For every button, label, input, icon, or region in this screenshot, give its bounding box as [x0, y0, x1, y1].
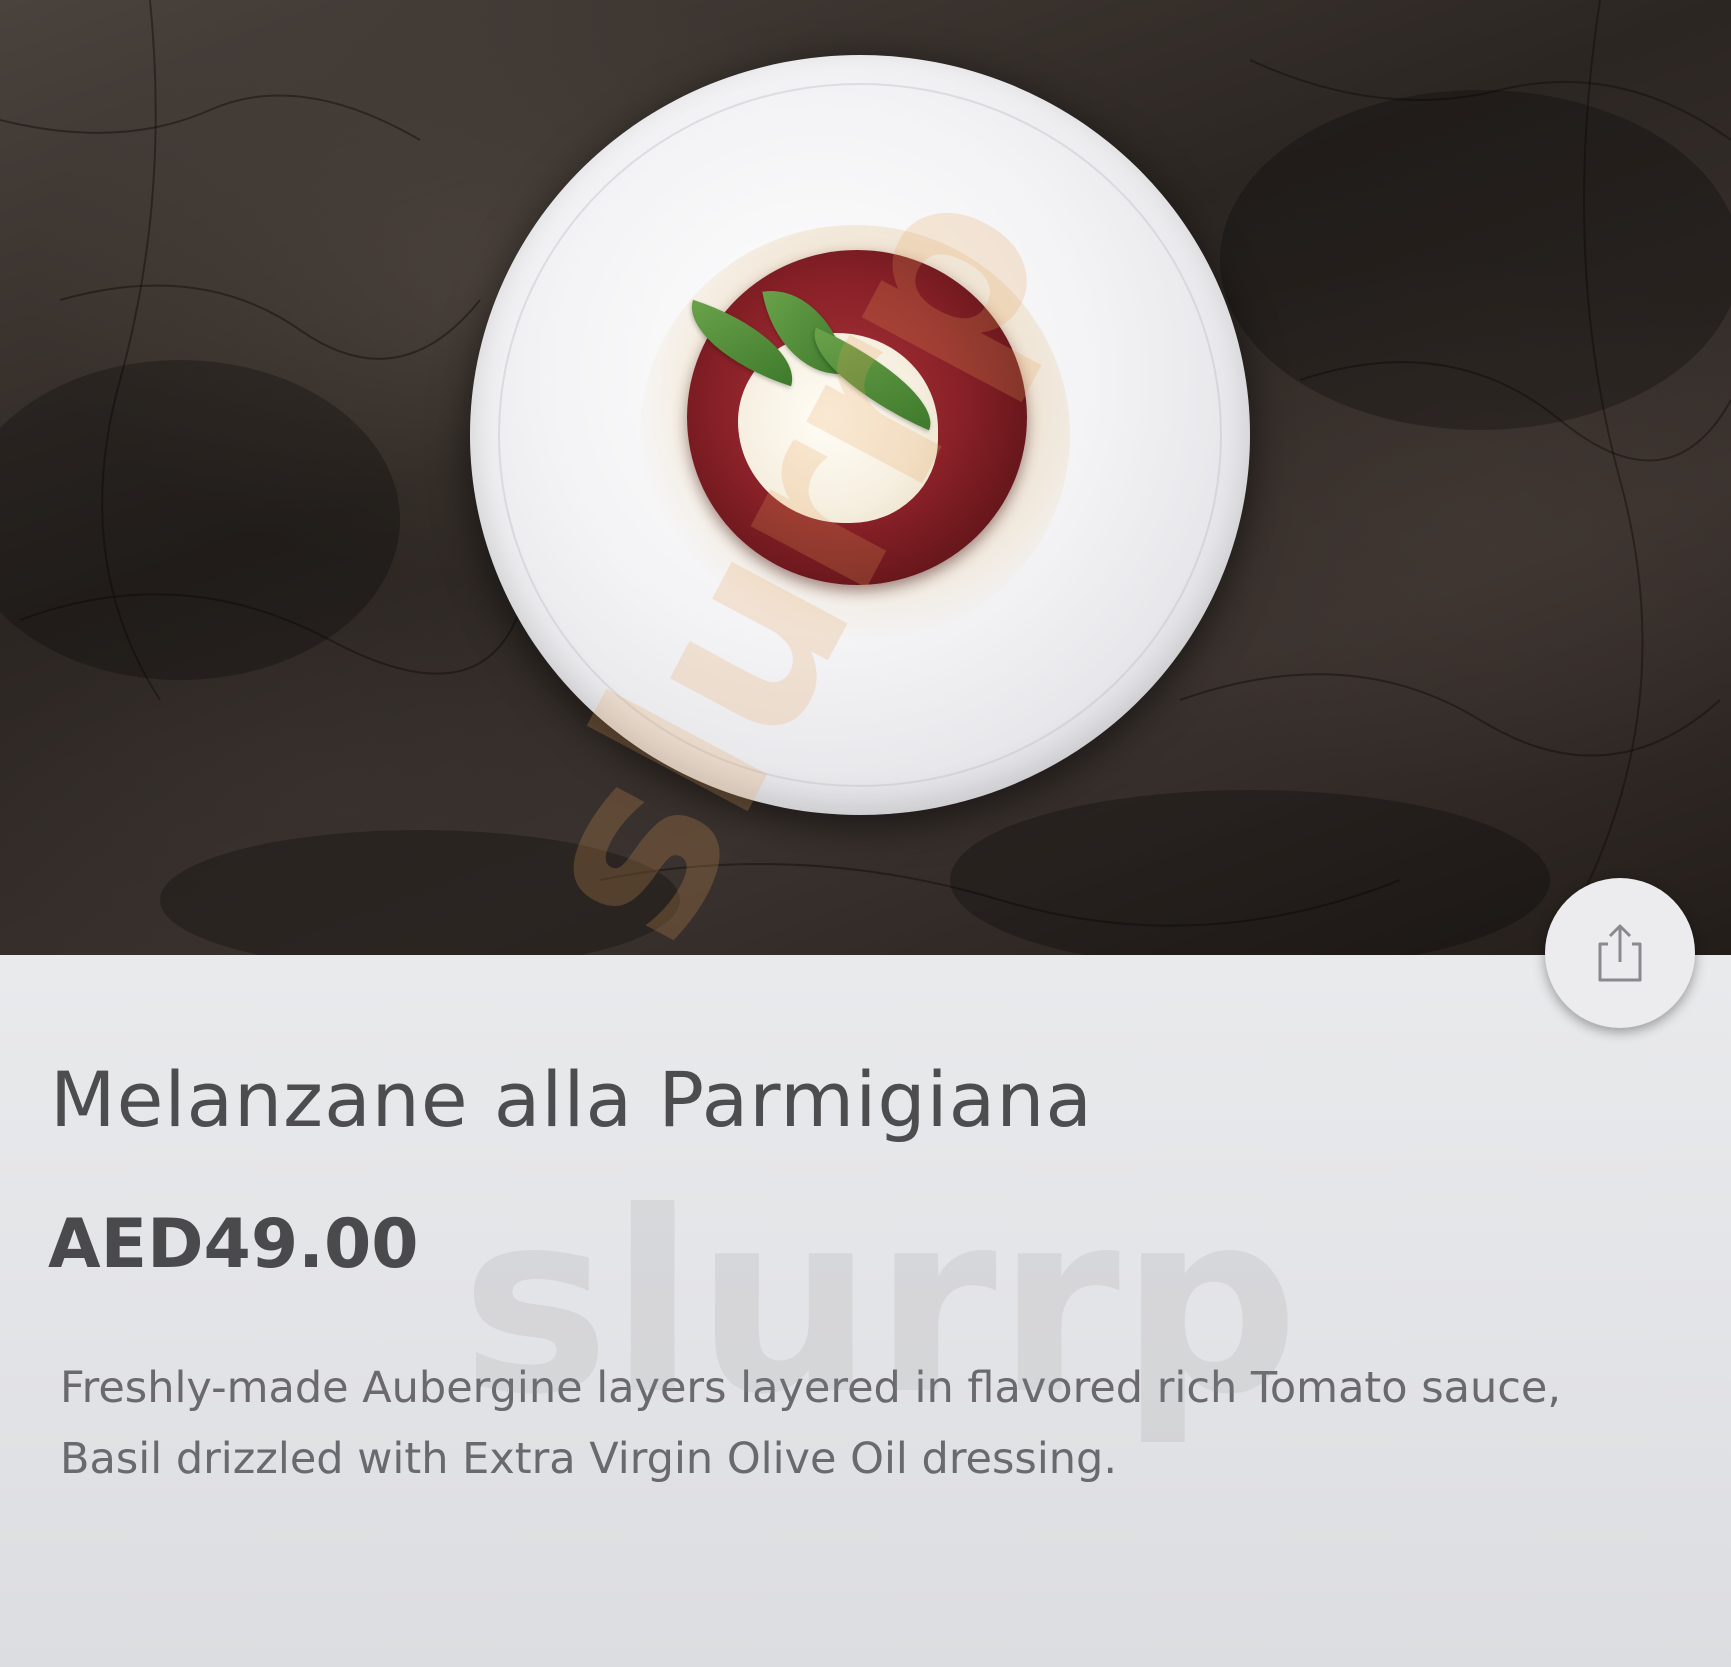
share-icon [1598, 924, 1642, 982]
menu-item-page: Melanzane alla Parmigiana AED49.00 Fresh… [0, 0, 1731, 1667]
dish-description: Freshly-made Aubergine layers layered in… [60, 1363, 1562, 1484]
plate [470, 55, 1250, 815]
dish-price: AED49.00 [48, 1205, 419, 1284]
share-button[interactable] [1545, 878, 1695, 1028]
dish-title: Melanzane alla Parmigiana [50, 1055, 1093, 1144]
dish-photo [0, 0, 1731, 955]
dish-details-card: Melanzane alla Parmigiana AED49.00 Fresh… [0, 955, 1731, 1667]
